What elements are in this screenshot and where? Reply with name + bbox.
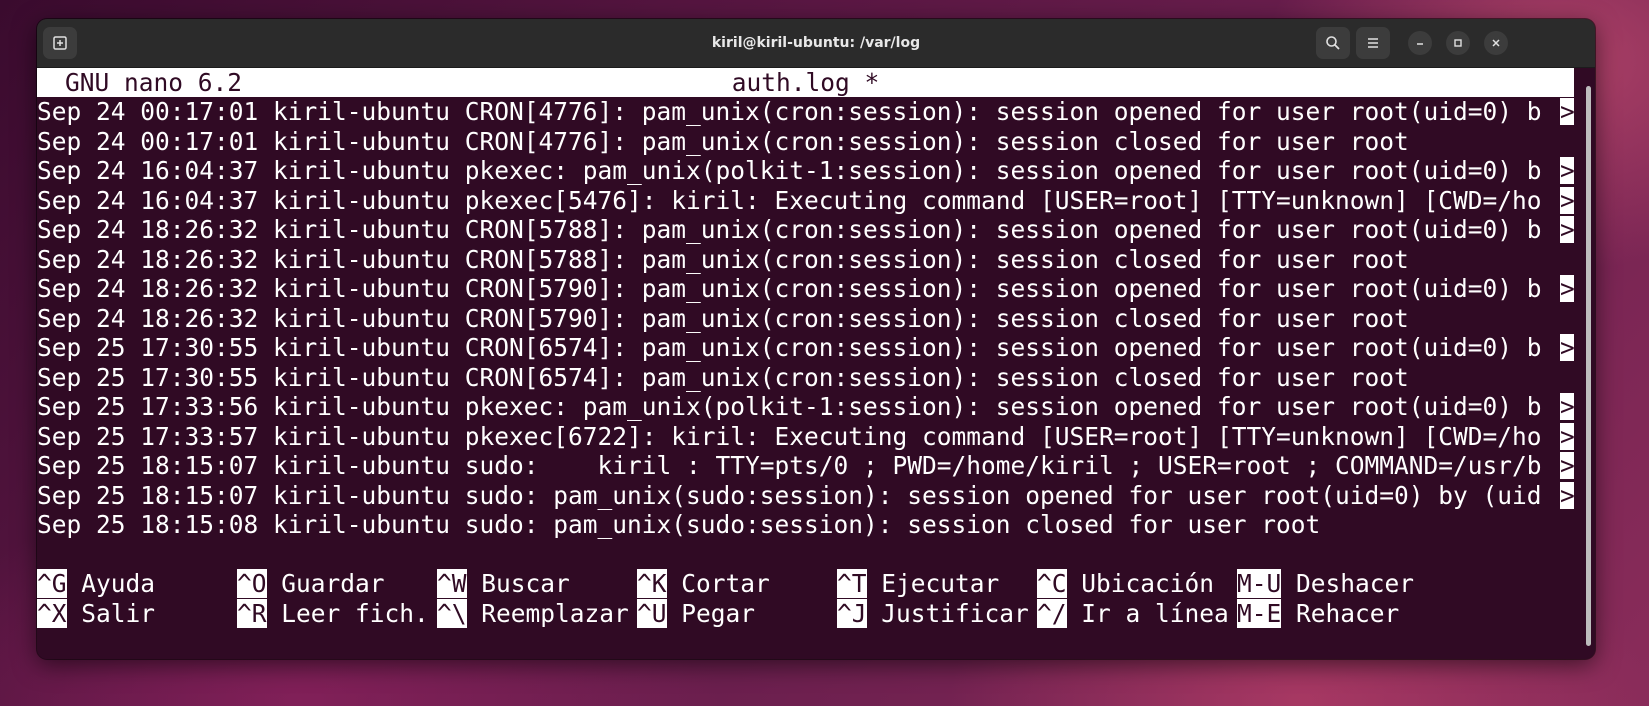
shortcut-undo[interactable]: M-U Deshacer <box>1237 569 1414 599</box>
line-overflow-marker: > <box>1560 274 1574 303</box>
log-line[interactable]: Sep 25 17:30:55 kiril-ubuntu CRON[6574]:… <box>37 363 1574 393</box>
shortcut-cut[interactable]: ^K Cortar <box>637 569 770 599</box>
maximize-icon <box>1454 39 1462 47</box>
log-line[interactable]: Sep 25 17:33:56 kiril-ubuntu pkexec: pam… <box>37 392 1574 422</box>
log-line[interactable]: Sep 24 18:26:32 kiril-ubuntu CRON[5788]:… <box>37 245 1574 275</box>
shortcut-go-to-line[interactable]: ^/ Ir a línea <box>1037 598 1229 629</box>
hamburger-menu-icon <box>1368 38 1378 48</box>
title-bar[interactable]: kiril@kiril-ubuntu: /var/log <box>37 19 1595 68</box>
shortcut-save[interactable]: ^O Guardar <box>237 569 385 599</box>
log-line[interactable]: Sep 25 17:30:55 kiril-ubuntu CRON[6574]:… <box>37 333 1574 363</box>
shortcut-paste[interactable]: ^U Pegar <box>637 598 755 629</box>
search-button[interactable] <box>1316 27 1350 59</box>
nano-shortcut-bar: ^G Ayuda ^O Guardar ^W Buscar ^K Cortar … <box>37 569 1574 628</box>
search-icon <box>1326 36 1340 50</box>
line-overflow-marker: > <box>1560 215 1574 244</box>
editor-buffer[interactable]: Sep 24 00:17:01 kiril-ubuntu CRON[4776]:… <box>37 97 1574 540</box>
line-overflow-marker: > <box>1560 185 1574 215</box>
log-line[interactable]: Sep 25 17:33:57 kiril-ubuntu pkexec[6722… <box>37 422 1574 452</box>
terminal-area[interactable]: GNU nano 6.2 auth.log * Sep 24 00:17:01 … <box>37 68 1583 659</box>
shortcut-location[interactable]: ^C Ubicación <box>1037 569 1214 599</box>
shortcut-row: ^X Salir ^R Leer fich. ^\ Reemplazar ^U … <box>37 598 1574 629</box>
line-overflow-marker: > <box>1560 480 1574 510</box>
shortcut-read-file[interactable]: ^R Leer fich. <box>237 598 429 629</box>
minimize-icon <box>1417 43 1423 45</box>
log-line[interactable]: Sep 24 16:04:37 kiril-ubuntu pkexec: pam… <box>37 156 1574 186</box>
shortcut-replace[interactable]: ^\ Reemplazar <box>437 598 629 629</box>
line-overflow-marker: > <box>1560 451 1574 480</box>
close-button[interactable] <box>1484 31 1508 55</box>
line-overflow-marker: > <box>1560 156 1574 185</box>
maximize-button[interactable] <box>1446 31 1470 55</box>
line-overflow-marker: > <box>1560 333 1574 362</box>
new-tab-icon <box>53 36 67 50</box>
shortcut-exit[interactable]: ^X Salir <box>37 598 155 629</box>
log-line[interactable]: Sep 25 18:15:08 kiril-ubuntu sudo: pam_u… <box>37 510 1574 540</box>
shortcut-row: ^G Ayuda ^O Guardar ^W Buscar ^K Cortar … <box>37 569 1574 599</box>
nano-filename: auth.log * <box>731 68 880 97</box>
log-line[interactable]: Sep 24 00:17:01 kiril-ubuntu CRON[4776]:… <box>37 127 1574 157</box>
shortcut-redo[interactable]: M-E Rehacer <box>1237 598 1399 629</box>
new-tab-button[interactable] <box>43 27 77 59</box>
minimize-button[interactable] <box>1408 31 1432 55</box>
terminal-scrollbar[interactable] <box>1583 68 1595 659</box>
log-line[interactable]: Sep 24 18:26:32 kiril-ubuntu CRON[5790]:… <box>37 304 1574 334</box>
close-icon <box>1492 39 1500 47</box>
menu-button[interactable] <box>1356 27 1390 59</box>
scrollbar-thumb[interactable] <box>1586 86 1591 646</box>
shortcut-justify[interactable]: ^J Justificar <box>837 598 1029 629</box>
terminal-window: kiril@kiril-ubuntu: /var/log GNU nano 6.… <box>37 19 1595 659</box>
line-overflow-marker: > <box>1560 421 1574 451</box>
log-line[interactable]: Sep 24 00:17:01 kiril-ubuntu CRON[4776]:… <box>37 97 1574 127</box>
line-overflow-marker: > <box>1560 97 1574 126</box>
log-line[interactable]: Sep 24 18:26:32 kiril-ubuntu CRON[5790]:… <box>37 274 1574 304</box>
log-line[interactable]: Sep 25 18:15:07 kiril-ubuntu sudo: kiril… <box>37 451 1574 481</box>
log-line[interactable]: Sep 24 16:04:37 kiril-ubuntu pkexec[5476… <box>37 186 1574 216</box>
shortcut-search[interactable]: ^W Buscar <box>437 569 570 599</box>
shortcut-execute[interactable]: ^T Ejecutar <box>837 569 999 599</box>
line-overflow-marker: > <box>1560 392 1574 421</box>
log-line[interactable]: Sep 24 18:26:32 kiril-ubuntu CRON[5788]:… <box>37 215 1574 245</box>
nano-title-bar: GNU nano 6.2 auth.log * <box>37 68 1574 97</box>
log-line[interactable]: Sep 25 18:15:07 kiril-ubuntu sudo: pam_u… <box>37 481 1574 511</box>
shortcut-help[interactable]: ^G Ayuda <box>37 569 155 599</box>
